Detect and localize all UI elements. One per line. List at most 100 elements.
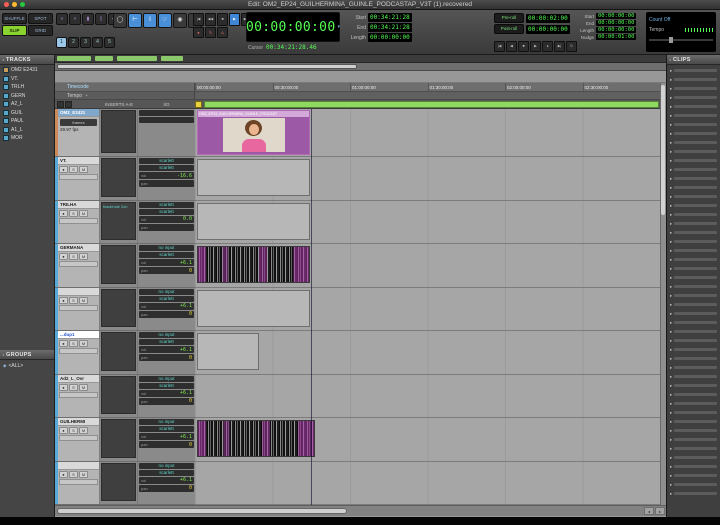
sidebar-track-item[interactable]: GERN: [0, 92, 54, 101]
solo-button[interactable]: S: [69, 383, 78, 391]
clip-arrow-icon[interactable]: ▸: [670, 464, 672, 470]
track-view-selector[interactable]: [59, 391, 98, 398]
clip-arrow-icon[interactable]: ▸: [670, 158, 672, 164]
video-frames-selector[interactable]: frames: [60, 119, 97, 126]
solo-button[interactable]: S: [69, 470, 78, 478]
post-roll-button[interactable]: Post-roll: [494, 24, 524, 34]
clip-row[interactable]: ▸: [667, 201, 720, 210]
clip-arrow-icon[interactable]: ▸: [670, 149, 672, 155]
zoomer-tool-icon[interactable]: ◯: [113, 13, 127, 28]
clip-row[interactable]: ▸: [667, 84, 720, 93]
inserts-slot[interactable]: [100, 331, 138, 374]
clip-arrow-icon[interactable]: ▸: [670, 419, 672, 425]
group-item[interactable]: ◆ <ALL>: [0, 362, 54, 370]
clip-arrow-icon[interactable]: ▸: [670, 104, 672, 110]
audio-clip[interactable]: [197, 333, 259, 370]
sidebar-track-item[interactable]: VT.: [0, 75, 54, 84]
shuffle-mode-button[interactable]: SHUFFLE: [2, 13, 27, 24]
clip-row[interactable]: ▸: [667, 408, 720, 417]
clip-row[interactable]: ▸: [667, 345, 720, 354]
track-view-selector[interactable]: [59, 304, 98, 311]
clip-arrow-icon[interactable]: ▸: [670, 347, 672, 353]
solo-button[interactable]: S: [69, 166, 78, 173]
clip-row[interactable]: ▸: [667, 138, 720, 147]
groups-panel-header[interactable]: ◂ GROUPS: [0, 350, 54, 360]
solo-button[interactable]: S: [69, 296, 78, 304]
clip-row[interactable]: ▸: [667, 165, 720, 174]
clip-row[interactable]: ▸: [667, 102, 720, 111]
pan-display[interactable]: pan 0: [139, 397, 194, 405]
track-view-selector[interactable]: [59, 261, 98, 267]
clip-row[interactable]: ▸: [667, 336, 720, 345]
track-lane[interactable]: [195, 461, 660, 505]
record-enable-button[interactable]: ●: [59, 209, 68, 217]
track-options-icon[interactable]: [65, 100, 72, 108]
clip-arrow-icon[interactable]: ▸: [670, 86, 672, 92]
range-length-value[interactable]: 00:00:00:00: [596, 27, 637, 33]
clip-row[interactable]: ▸: [667, 363, 720, 372]
scrubber-tool-icon[interactable]: ◉: [173, 13, 187, 28]
track-view-selector[interactable]: [59, 217, 98, 224]
clip-row[interactable]: ▸: [667, 300, 720, 309]
solo-button[interactable]: S: [69, 253, 78, 260]
clip-arrow-icon[interactable]: ▸: [670, 266, 672, 272]
track-name[interactable]: GERMANA: [58, 244, 99, 252]
input-selector[interactable]: no input: [139, 245, 194, 251]
clip-arrow-icon[interactable]: ▸: [670, 365, 672, 371]
sidebar-track-item[interactable]: PAUL: [0, 117, 54, 126]
solo-button[interactable]: S: [69, 340, 78, 347]
clip-arrow-icon[interactable]: ▸: [670, 203, 672, 209]
clip-row[interactable]: ▸: [667, 246, 720, 255]
clip-row[interactable]: ▸: [667, 354, 720, 363]
zoom-preset-3[interactable]: 3: [80, 37, 91, 48]
return-to-zero-button[interactable]: |◀: [193, 13, 204, 26]
add-tempo-event-icon[interactable]: +: [85, 92, 88, 100]
audio-clip[interactable]: [197, 289, 310, 327]
count-off-button[interactable]: Count Off: [649, 17, 670, 23]
clip-arrow-icon[interactable]: ▸: [670, 293, 672, 299]
pan-display[interactable]: pan 0: [139, 441, 194, 448]
timeline-scroll-thumb[interactable]: [57, 64, 357, 69]
clip-arrow-icon[interactable]: ▸: [670, 284, 672, 290]
track-name[interactable]: [58, 461, 99, 470]
selection-ruler-strip[interactable]: [195, 100, 660, 108]
volume-display[interactable]: vol -16.6: [139, 172, 194, 179]
track-name[interactable]: OM2_E2431: [58, 109, 99, 117]
mini-rtz-button[interactable]: |◀: [494, 41, 505, 52]
record-button[interactable]: ●: [193, 27, 204, 38]
clip-arrow-icon[interactable]: ▸: [670, 473, 672, 479]
zoom-in-button[interactable]: »: [69, 13, 81, 25]
mini-loop-button[interactable]: ↻: [566, 41, 577, 52]
pan-display[interactable]: pan: [139, 180, 194, 187]
clip-arrow-icon[interactable]: ▸: [670, 248, 672, 254]
clip-row[interactable]: ▸: [667, 480, 720, 489]
mute-button[interactable]: M: [79, 209, 88, 217]
selector-tool-icon[interactable]: Ⅰ: [143, 13, 157, 28]
zoom-preset-1[interactable]: 1: [56, 37, 67, 48]
track-lane[interactable]: [195, 331, 660, 375]
track-view-selector[interactable]: [59, 435, 98, 441]
clip-row[interactable]: ▸: [667, 318, 720, 327]
mute-button[interactable]: M: [79, 253, 88, 260]
record-enable-button[interactable]: ●: [59, 253, 68, 260]
input-selector[interactable]: no input: [139, 419, 194, 425]
clip-row[interactable]: ▸: [667, 219, 720, 228]
clip-arrow-icon[interactable]: ▸: [670, 392, 672, 398]
clip-row[interactable]: ▸: [667, 75, 720, 84]
metronome-button[interactable]: Δ: [217, 27, 228, 38]
mini-rewind-button[interactable]: ◀: [506, 41, 517, 52]
solo-button[interactable]: S: [69, 427, 78, 434]
zoom-out-button[interactable]: «: [56, 13, 68, 25]
sidebar-track-item[interactable]: A1_L: [0, 126, 54, 135]
grabber-tool-icon[interactable]: ☞: [158, 13, 172, 28]
mini-play-button[interactable]: ▶: [530, 41, 541, 52]
selection-length-value[interactable]: 00:00:00:00: [368, 33, 412, 42]
input-selector[interactable]: scarlett: [139, 201, 194, 208]
main-counter[interactable]: 00:00:00:00 ▾: [246, 12, 340, 42]
clip-row[interactable]: ▸: [667, 183, 720, 192]
tempo-slider-knob[interactable]: [669, 37, 673, 43]
track-view-selector[interactable]: [59, 174, 98, 180]
timeline-scrollbar[interactable]: [55, 63, 666, 71]
input-selector[interactable]: scarlett: [139, 158, 194, 164]
clip-row[interactable]: ▸: [667, 237, 720, 246]
